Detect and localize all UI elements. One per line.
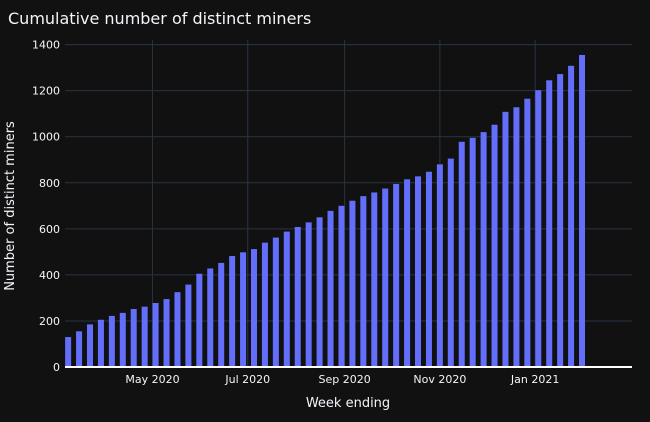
x-tick-label: Jul 2020 bbox=[224, 373, 270, 386]
bar bbox=[185, 284, 192, 367]
x-tick-label: May 2020 bbox=[125, 373, 179, 386]
y-axis-label: Number of distinct miners bbox=[3, 121, 18, 291]
bar bbox=[480, 132, 487, 367]
bar bbox=[207, 268, 214, 367]
bar bbox=[108, 315, 115, 367]
y-tick-label: 400 bbox=[39, 269, 60, 282]
bar bbox=[152, 302, 159, 367]
x-tick-label: Jan 2021 bbox=[510, 373, 559, 386]
bar bbox=[382, 188, 389, 367]
bar bbox=[261, 242, 268, 367]
bar bbox=[447, 158, 454, 367]
bar bbox=[272, 237, 279, 367]
bar bbox=[65, 337, 72, 367]
bar bbox=[338, 205, 345, 367]
bar bbox=[360, 196, 367, 367]
bar bbox=[305, 222, 312, 367]
bar bbox=[535, 90, 542, 367]
y-tick-label: 800 bbox=[39, 177, 60, 190]
bar bbox=[436, 164, 443, 367]
bar bbox=[250, 249, 258, 367]
bar bbox=[557, 74, 564, 367]
chart-container: Cumulative number of distinct miners 0 20… bbox=[0, 0, 650, 418]
bar bbox=[86, 324, 93, 367]
bar bbox=[568, 65, 575, 367]
x-tick-label: Nov 2020 bbox=[413, 373, 466, 386]
bar bbox=[524, 98, 531, 367]
bar bbox=[513, 107, 520, 368]
bar bbox=[393, 183, 400, 367]
bar bbox=[458, 141, 465, 367]
bar bbox=[404, 179, 411, 367]
y-tick-label: 1000 bbox=[32, 131, 60, 144]
bar bbox=[141, 306, 148, 367]
x-tick-label: Sep 2020 bbox=[318, 373, 370, 386]
y-tick-label: 1400 bbox=[32, 39, 60, 52]
y-tick-label: 200 bbox=[39, 315, 60, 328]
bar-chart: Cumulative number of distinct miners 0 20… bbox=[3, 9, 632, 411]
bar bbox=[491, 124, 498, 368]
bar bbox=[327, 210, 334, 367]
x-tick-labels: May 2020 Jul 2020 Sep 2020 Nov 2020 Jan 2021 bbox=[125, 373, 559, 386]
bar bbox=[579, 54, 586, 367]
bar bbox=[415, 176, 422, 367]
x-axis-label: Week ending bbox=[306, 396, 390, 411]
chart-title: Cumulative number of distinct miners bbox=[8, 9, 311, 28]
y-tick-label: 600 bbox=[39, 223, 60, 236]
bar bbox=[546, 80, 553, 368]
bar bbox=[163, 299, 170, 367]
bar bbox=[294, 226, 301, 367]
y-tick-label: 0 bbox=[53, 361, 60, 374]
bar bbox=[218, 262, 225, 367]
bar bbox=[283, 231, 290, 367]
bar bbox=[119, 312, 126, 367]
bar bbox=[502, 111, 509, 367]
bar bbox=[130, 308, 137, 367]
bar bbox=[469, 137, 476, 367]
bar bbox=[240, 252, 247, 367]
bar bbox=[174, 292, 181, 367]
bar bbox=[196, 273, 203, 367]
bar bbox=[349, 200, 356, 367]
bar bbox=[425, 171, 432, 367]
bars bbox=[65, 54, 586, 368]
y-tick-label: 1200 bbox=[32, 85, 60, 98]
bar bbox=[371, 192, 378, 367]
bar bbox=[229, 256, 236, 367]
bar bbox=[97, 319, 104, 367]
bar bbox=[316, 217, 323, 367]
bar bbox=[76, 331, 83, 367]
y-tick-labels: 0 200 400 600 800 1000 1200 1400 bbox=[32, 39, 60, 374]
